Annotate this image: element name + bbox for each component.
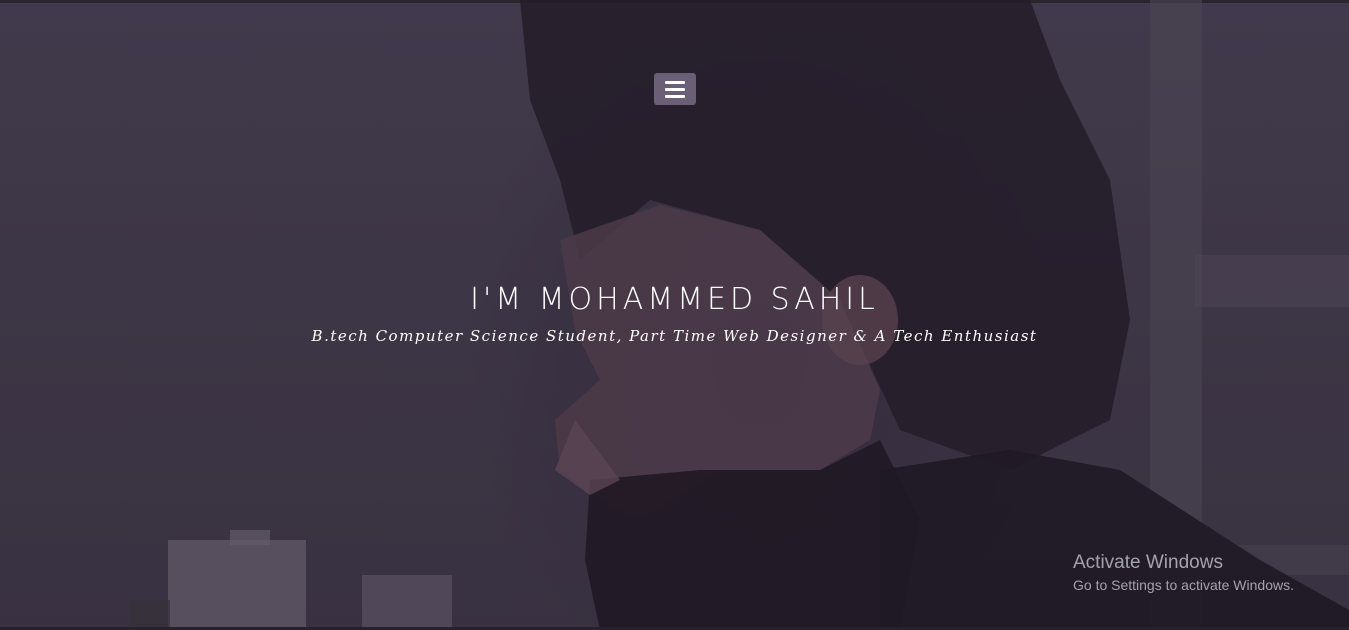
activate-windows-subtitle: Go to Settings to activate Windows. bbox=[1073, 577, 1294, 593]
hero-title: I'M MOHAMMED SAHIL bbox=[470, 282, 879, 317]
hamburger-menu-icon-bar bbox=[665, 94, 685, 98]
hero-section: I'M MOHAMMED SAHIL B.tech Computer Scien… bbox=[0, 0, 1349, 630]
activate-windows-watermark: Activate Windows Go to Settings to activ… bbox=[1073, 551, 1294, 595]
hamburger-menu-icon-bar bbox=[665, 87, 685, 91]
hamburger-menu-icon bbox=[665, 80, 685, 84]
activate-windows-title: Activate Windows bbox=[1073, 552, 1223, 573]
menu-toggle-button[interactable] bbox=[654, 73, 696, 105]
hero-subtitle: B.tech Computer Science Student, Part Ti… bbox=[311, 327, 1038, 345]
